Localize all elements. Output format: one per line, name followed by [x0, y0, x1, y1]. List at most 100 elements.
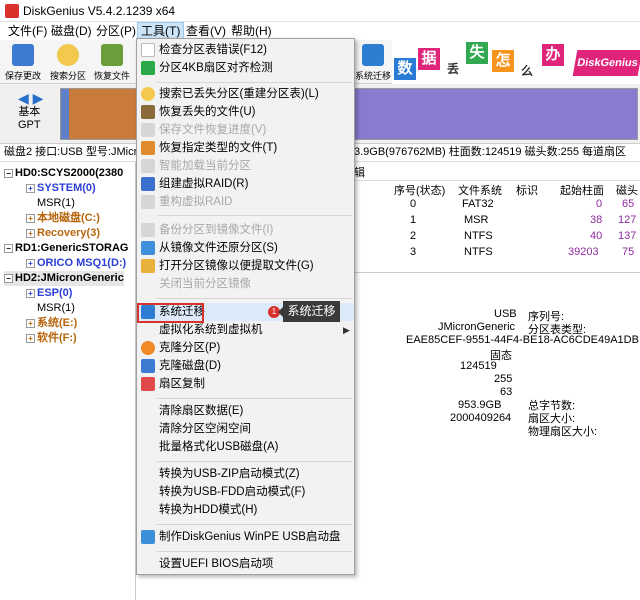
- ad-banner[interactable]: 数 据 丢 失 怎 么 办 DiskGenius: [392, 40, 640, 84]
- tree-node-partition[interactable]: + ESP(0): [26, 286, 72, 301]
- recover-icon: [101, 44, 123, 66]
- raid-icon: [141, 195, 155, 209]
- detail-sectors: 63: [500, 386, 513, 398]
- menu-item-recover-by-type[interactable]: 恢复指定类型的文件(T): [137, 139, 354, 157]
- table-row[interactable]: 0 FAT32 0 65: [354, 198, 640, 214]
- collapse-icon[interactable]: −: [4, 243, 13, 253]
- col-header-fs[interactable]: 文件系统: [458, 182, 502, 198]
- system-migration-toolbar-button[interactable]: 系统迁移: [351, 42, 395, 82]
- menu-item-recover-files[interactable]: 恢复丢失的文件(U): [137, 103, 354, 121]
- magnifier-icon: [57, 44, 79, 66]
- disk-type: 基本 GPT: [18, 106, 41, 131]
- col-header-cylinder[interactable]: 起始柱面: [560, 182, 604, 198]
- tree-node-partition[interactable]: + 软件(F:): [26, 331, 77, 346]
- expand-icon[interactable]: +: [26, 213, 35, 223]
- partition-block[interactable]: [61, 89, 69, 139]
- tree-node-partition[interactable]: + Recovery(3): [26, 226, 100, 241]
- expand-icon[interactable]: +: [26, 228, 35, 238]
- menu-separator: [157, 461, 352, 462]
- tree-node-disk[interactable]: − HD0:SCYS2000(2380: [4, 166, 123, 181]
- menu-item-open-image[interactable]: 打开分区镜像以便提取文件(G): [137, 257, 354, 275]
- menu-separator: [157, 524, 352, 525]
- tree-node-partition[interactable]: + ORICO MSQ1(D:): [26, 256, 126, 271]
- detail-capacity: 953.9GB: [458, 399, 502, 411]
- menu-item-restore-image[interactable]: 从镜像文件还原分区(S): [137, 239, 354, 257]
- menu-item-close-image[interactable]: 关闭当前分区镜像: [137, 275, 354, 293]
- disk-icon: [141, 359, 155, 373]
- tree-node-disk-selected[interactable]: − HD2:JMicronGeneric: [4, 271, 124, 286]
- expand-icon[interactable]: +: [26, 258, 35, 268]
- menu-item-uefi-boot[interactable]: 设置UEFI BIOS启动项: [137, 555, 354, 573]
- tree-node-partition[interactable]: + 系统(E:): [26, 316, 77, 331]
- divider: [354, 272, 640, 273]
- menu-item-make-winpe[interactable]: 制作DiskGenius WinPE USB启动盘: [137, 528, 354, 546]
- menu-item-clone-partition[interactable]: 克隆分区(P): [137, 339, 354, 357]
- detail-interface: USB: [494, 308, 517, 320]
- tree-node-partition[interactable]: MSR(1): [26, 301, 75, 316]
- magnifier-icon: [141, 87, 155, 101]
- menu-item-wipe-sectors[interactable]: 清除扇区数据(E): [137, 402, 354, 420]
- menu-item-build-raid[interactable]: 组建虚拟RAID(R): [137, 175, 354, 193]
- menu-item-save-progress[interactable]: 保存文件恢复进度(V): [137, 121, 354, 139]
- highlight-box: [137, 303, 204, 323]
- tab-edit[interactable]: 辑: [354, 164, 365, 180]
- label-parttype: 分区表类型:: [528, 324, 587, 336]
- menu-item-virtualize[interactable]: 虚拟化系统到虚拟机 ▶: [137, 321, 354, 339]
- clone-icon: [141, 341, 155, 355]
- banner-char: 怎: [492, 50, 514, 72]
- recover-files-button[interactable]: 恢复文件: [90, 42, 134, 82]
- menu-disk[interactable]: 磁盘(D): [48, 22, 95, 40]
- collapse-icon[interactable]: −: [4, 168, 13, 178]
- disk-info-left: 磁盘2 接口:USB 型号:JMicron: [4, 146, 150, 158]
- recover-icon: [141, 105, 155, 119]
- menu-item-sector-copy[interactable]: 扇区复制: [137, 375, 354, 393]
- menu-item-check-partition-table[interactable]: 检查分区表错误(F12): [137, 41, 354, 59]
- file-type-icon: [141, 141, 155, 155]
- menu-item-smart-load[interactable]: 智能加载当前分区: [137, 157, 354, 175]
- menu-item-batch-format-usb[interactable]: 批量格式化USB磁盘(A): [137, 438, 354, 456]
- search-partition-button[interactable]: 搜索分区: [46, 42, 90, 82]
- table-row[interactable]: 3 NTFS 39203 75: [354, 246, 640, 262]
- save-changes-button[interactable]: 保存更改: [1, 42, 45, 82]
- collapse-icon[interactable]: −: [4, 273, 13, 283]
- menu-item-usb-fdd[interactable]: 转换为USB-FDD启动模式(F): [137, 483, 354, 501]
- annotation-tooltip: 系统迁移: [278, 301, 340, 322]
- disk-nav-arrows[interactable]: ◀ ▶: [18, 90, 43, 107]
- col-header-head[interactable]: 磁头: [616, 182, 638, 198]
- tree-node-partition[interactable]: + SYSTEM(0): [26, 181, 96, 196]
- menu-item-rebuild-raid[interactable]: 重构虚拟RAID: [137, 193, 354, 211]
- expand-icon[interactable]: +: [26, 318, 35, 328]
- banner-char: 数: [394, 58, 416, 80]
- load-icon: [141, 159, 155, 173]
- menu-item-usb-zip[interactable]: 转换为USB-ZIP启动模式(Z): [137, 465, 354, 483]
- menu-file[interactable]: 文件(F): [5, 22, 50, 40]
- tree-node-partition[interactable]: MSR(1): [26, 196, 75, 211]
- expand-icon[interactable]: +: [26, 183, 35, 193]
- menu-item-wipe-free-space[interactable]: 清除分区空闲空间: [137, 420, 354, 438]
- title-bar: DiskGenius V5.4.2.1239 x64: [0, 0, 640, 22]
- menu-separator: [157, 298, 352, 299]
- partition-block[interactable]: [354, 89, 637, 139]
- detail-guid: EAE85CEF-9551-44F4-BE18-AC6CDE49A1DB: [406, 334, 639, 346]
- menu-item-search-lost-partition[interactable]: 搜索已丢失分区(重建分区表)(L): [137, 85, 354, 103]
- expand-icon[interactable]: +: [26, 288, 35, 298]
- col-header-id[interactable]: 标识: [516, 182, 538, 198]
- menu-separator: [157, 215, 352, 216]
- submenu-arrow-icon: ▶: [343, 325, 350, 335]
- col-header-index[interactable]: 序号(状态): [394, 182, 445, 198]
- menu-item-4k-align[interactable]: 分区4KB扇区对齐检测: [137, 59, 354, 77]
- table-row[interactable]: 2 NTFS 40 137: [354, 230, 640, 246]
- align-icon: [141, 61, 155, 75]
- menu-item-hdd-mode[interactable]: 转换为HDD模式(H): [137, 501, 354, 519]
- banner-char: 丢: [444, 60, 462, 78]
- window-title: DiskGenius V5.4.2.1239 x64: [23, 4, 176, 18]
- tree-node-disk[interactable]: − RD1:GenericSTORAG: [4, 241, 129, 256]
- expand-icon[interactable]: +: [26, 333, 35, 343]
- menu-item-backup-image[interactable]: 备份分区到镜像文件(I): [137, 221, 354, 239]
- tree-node-partition[interactable]: + 本地磁盘(C:): [26, 211, 100, 226]
- detail-cylinders: 124519: [460, 360, 497, 372]
- menu-item-clone-disk[interactable]: 克隆磁盘(D): [137, 357, 354, 375]
- monitor-icon: [362, 44, 384, 66]
- table-row[interactable]: 1 MSR 38 127: [354, 214, 640, 230]
- menu-partition[interactable]: 分区(P): [93, 22, 139, 40]
